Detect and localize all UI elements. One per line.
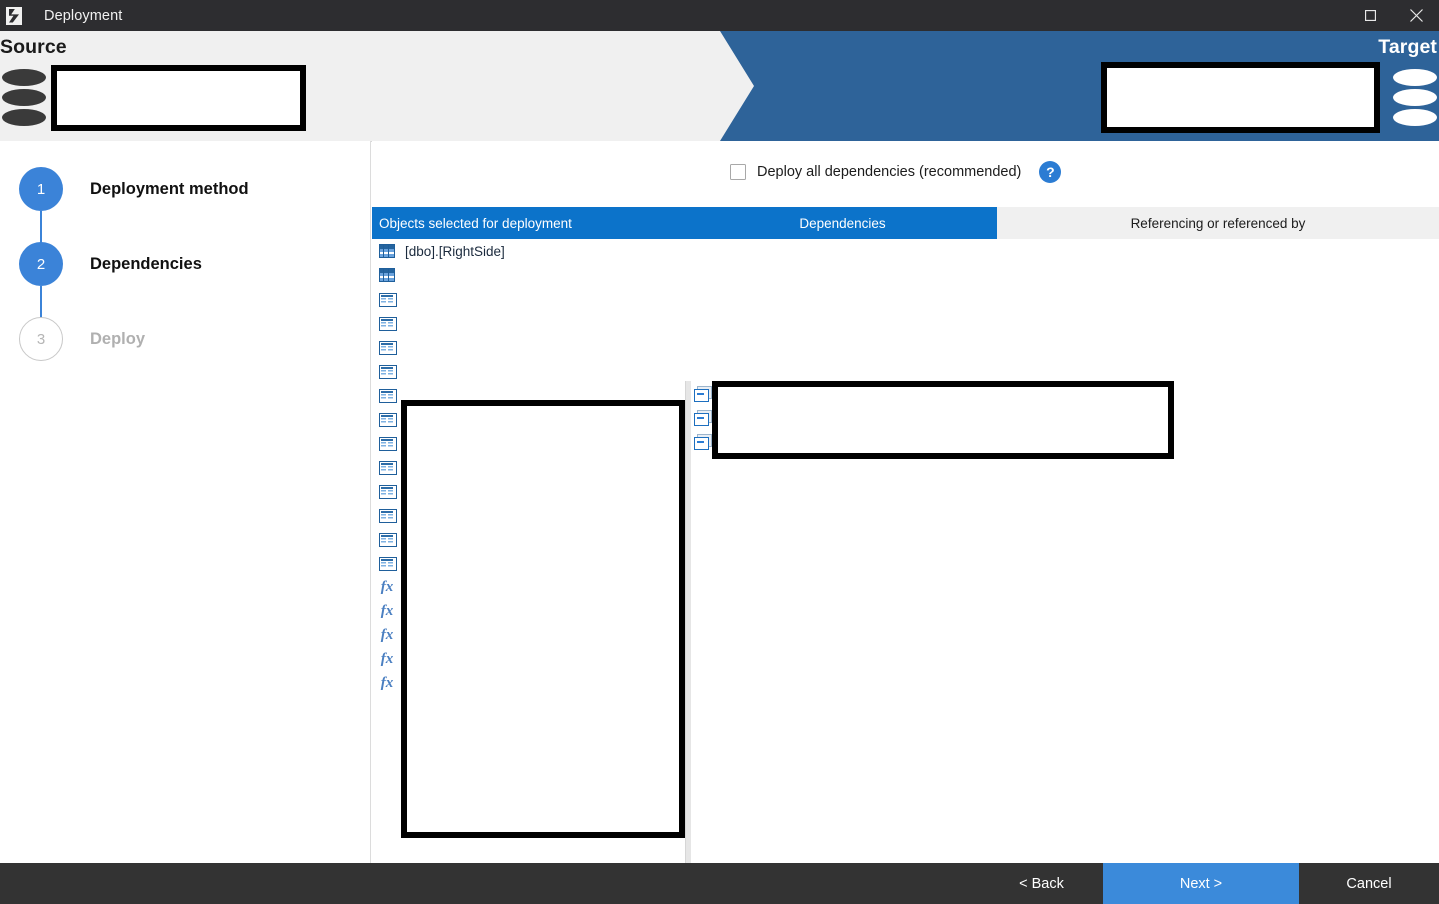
view-icon bbox=[379, 459, 397, 475]
function-icon: fx bbox=[380, 675, 394, 691]
deploy-all-dependencies-checkbox[interactable] bbox=[730, 164, 746, 180]
window-controls bbox=[1347, 0, 1439, 31]
view-icon bbox=[379, 291, 397, 307]
source-label: Source bbox=[0, 36, 67, 58]
view-icon bbox=[379, 435, 397, 451]
list-item[interactable] bbox=[372, 311, 685, 335]
app-logo-icon bbox=[6, 6, 22, 25]
deployment-wizard-window: Deployment Source Target 1 Deployment me… bbox=[0, 0, 1439, 904]
target-label: Target bbox=[1378, 36, 1437, 58]
view-icon bbox=[379, 483, 397, 499]
view-icon bbox=[379, 339, 397, 355]
view-icon bbox=[379, 387, 397, 403]
list-item[interactable] bbox=[372, 359, 685, 383]
view-icon bbox=[379, 363, 397, 379]
deploy-all-dependencies-row: Deploy all dependencies (recommended) ? bbox=[730, 161, 1062, 183]
view-icon bbox=[379, 411, 397, 427]
deploy-all-dependencies-label: Deploy all dependencies (recommended) bbox=[757, 164, 1022, 180]
sidebar-item-deployment-method[interactable]: 1 Deployment method bbox=[19, 167, 249, 211]
back-button[interactable]: < Back bbox=[980, 863, 1103, 904]
sidebar-item-dependencies[interactable]: 2 Dependencies bbox=[19, 242, 202, 286]
source-database-icon bbox=[2, 69, 46, 127]
sidebar-item-deploy[interactable]: 3 Deploy bbox=[19, 317, 145, 361]
stored-procedure-icon bbox=[694, 434, 712, 450]
view-icon bbox=[379, 555, 397, 571]
list-item[interactable] bbox=[372, 287, 685, 311]
view-icon bbox=[379, 531, 397, 547]
step-number-2: 2 bbox=[19, 242, 63, 286]
cancel-button[interactable]: Cancel bbox=[1299, 863, 1439, 904]
view-icon bbox=[379, 507, 397, 523]
tab-referencing-or-referenced-by[interactable]: Referencing or referenced by bbox=[997, 207, 1439, 239]
function-icon: fx bbox=[380, 579, 394, 595]
target-database-field[interactable] bbox=[1101, 62, 1380, 133]
list-item[interactable] bbox=[372, 335, 685, 359]
step-number-1: 1 bbox=[19, 167, 63, 211]
stored-procedure-icon bbox=[694, 410, 712, 426]
dependencies-list-redaction bbox=[712, 381, 1174, 459]
wizard-footer: < Back Next > Cancel bbox=[0, 863, 1439, 904]
maximize-icon[interactable] bbox=[1347, 0, 1393, 31]
step-number-3: 3 bbox=[19, 317, 63, 361]
table-icon bbox=[379, 267, 395, 283]
objects-column-header: Objects selected for deployment bbox=[372, 207, 688, 239]
table-icon bbox=[379, 243, 395, 259]
panel-divider[interactable] bbox=[686, 381, 691, 904]
view-icon bbox=[379, 315, 397, 331]
object-label: [dbo].[RightSide] bbox=[405, 243, 505, 259]
list-item[interactable]: [dbo].[RightSide] bbox=[372, 239, 685, 263]
step-label-2: Dependencies bbox=[90, 254, 202, 273]
step-label-1: Deployment method bbox=[90, 179, 249, 198]
title-bar: Deployment bbox=[0, 0, 1439, 31]
close-icon[interactable] bbox=[1393, 0, 1439, 31]
tab-dependencies[interactable]: Dependencies bbox=[688, 207, 997, 239]
next-button[interactable]: Next > bbox=[1103, 863, 1299, 904]
function-icon: fx bbox=[380, 651, 394, 667]
wizard-body: 1 Deployment method 2 Dependencies 3 Dep… bbox=[0, 141, 1439, 904]
function-icon: fx bbox=[380, 603, 394, 619]
list-item[interactable] bbox=[372, 263, 685, 287]
wizard-steps-rail: 1 Deployment method 2 Dependencies 3 Dep… bbox=[0, 141, 371, 863]
function-icon: fx bbox=[380, 627, 394, 643]
help-icon[interactable]: ? bbox=[1039, 161, 1062, 183]
window-title: Deployment bbox=[44, 7, 123, 24]
objects-list-redaction bbox=[401, 400, 685, 838]
source-target-banner: Source Target bbox=[0, 31, 1439, 141]
stored-procedure-icon bbox=[694, 386, 712, 402]
step-label-3: Deploy bbox=[90, 329, 146, 348]
source-database-field[interactable] bbox=[51, 65, 306, 131]
target-database-icon bbox=[1393, 69, 1437, 127]
